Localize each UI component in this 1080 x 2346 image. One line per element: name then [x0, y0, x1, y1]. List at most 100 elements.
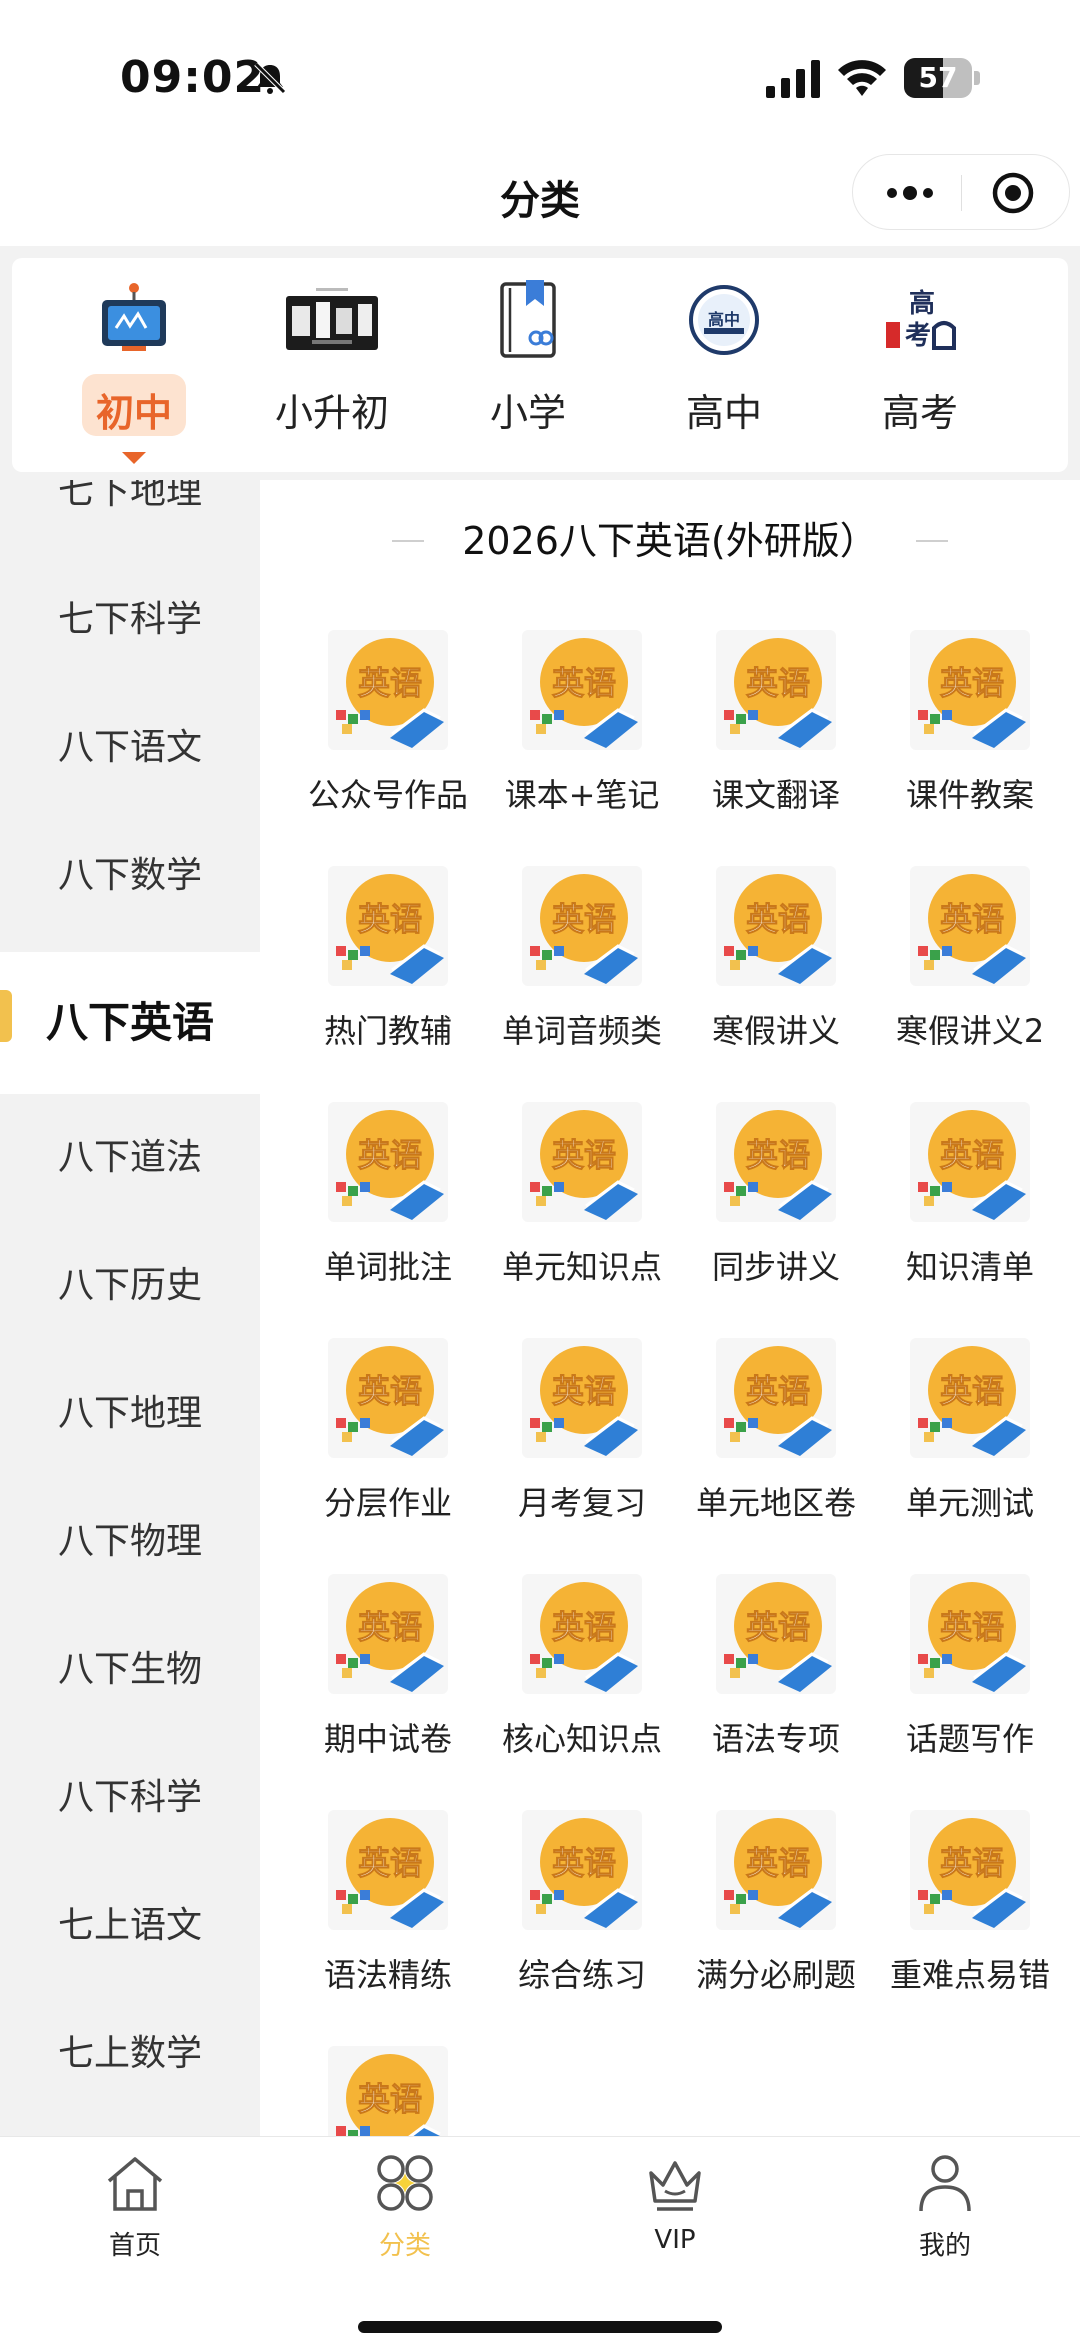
- tab-mine[interactable]: 我的: [810, 2151, 1080, 2271]
- battery-indicator: 57: [904, 58, 980, 98]
- sidebar-item[interactable]: 八下道法: [0, 1094, 260, 1222]
- sidebar-item[interactable]: 七下地理: [0, 480, 260, 556]
- level-tab-primary[interactable]: 小学: [458, 278, 598, 468]
- sidebar-item-active[interactable]: 八下英语: [0, 952, 260, 1094]
- resource-label: 重难点易错: [889, 1956, 1050, 1994]
- resource-item[interactable]: 英语 热门教辅: [290, 866, 486, 1086]
- resource-label: 课本+笔记: [504, 776, 660, 814]
- resource-item[interactable]: 英语 分层作业: [290, 1338, 486, 1558]
- english-subject-icon: 英语: [716, 866, 836, 986]
- icon-text: 英语: [358, 900, 422, 938]
- home-indicator: [358, 2321, 722, 2333]
- category-content: 2026八下英语(外研版） 英语 公众号作品 英语 课本+笔记 英语 课文翻译 英语 课件教案…: [260, 480, 1080, 2136]
- resource-label: 单词批注: [323, 1248, 452, 1286]
- sidebar-item[interactable]: 八下生物: [0, 1606, 260, 1734]
- resource-item[interactable]: 英语 满分必刷题: [678, 1810, 874, 2030]
- resource-item[interactable]: 英语 单元知识点: [484, 1102, 680, 1322]
- resource-label: 语法精练: [323, 1956, 452, 1994]
- resource-label: 课文翻译: [711, 776, 840, 814]
- svg-text:考: 考: [905, 321, 931, 351]
- resource-item[interactable]: 英语 课文翻译: [678, 630, 874, 850]
- tab-home[interactable]: 首页: [0, 2151, 270, 2271]
- english-subject-icon: 英语: [328, 2046, 448, 2136]
- sidebar-item[interactable]: 八下科学: [0, 1734, 260, 1862]
- english-subject-icon: 英语: [328, 1574, 448, 1694]
- tab-vip[interactable]: VIP: [540, 2151, 810, 2271]
- icon-text: 英语: [746, 900, 810, 938]
- resource-item[interactable]: 英语 期中试卷: [290, 1574, 486, 1794]
- resource-item[interactable]: 英语: [290, 2046, 486, 2136]
- home-icon: [107, 2157, 163, 2211]
- resource-label: 月考复习: [517, 1484, 646, 1522]
- sidebar-item[interactable]: 七下科学: [0, 556, 260, 684]
- user-icon: [919, 2155, 971, 2212]
- tab-label: 首页: [108, 2231, 161, 2261]
- resource-label: 单元地区卷: [695, 1484, 856, 1522]
- english-subject-icon: 英语: [716, 1338, 836, 1458]
- resource-item[interactable]: 英语 知识清单: [872, 1102, 1068, 1322]
- resource-item[interactable]: 英语 月考复习: [484, 1338, 680, 1558]
- level-tab-senior-high[interactable]: 高中 高中: [654, 278, 794, 468]
- level-label: 小学: [489, 391, 566, 435]
- svg-text:高中: 高中: [708, 310, 740, 329]
- tab-category[interactable]: 分类: [270, 2151, 540, 2271]
- resource-item[interactable]: 英语 核心知识点: [484, 1574, 680, 1794]
- resource-item[interactable]: 英语课本+笔记: [484, 630, 680, 850]
- level-tab-xiaoshengchu[interactable]: 小升初: [262, 278, 402, 468]
- resource-label: 课件教案: [905, 776, 1034, 814]
- sidebar-item[interactable]: 八下历史: [0, 1222, 260, 1350]
- english-subject-icon: 英语: [910, 1102, 1030, 1222]
- english-subject-icon: 英语: [328, 1338, 448, 1458]
- resource-item[interactable]: 英语 语法精练: [290, 1810, 486, 2030]
- resource-item[interactable]: 英语 寒假讲义: [678, 866, 874, 1086]
- status-time: 09:02: [120, 52, 266, 103]
- subject-sidebar: 七下地理 七下科学 八下语文 八下数学 八下英语 八下道法 八下历史 八下地理 …: [0, 480, 260, 2136]
- resource-item[interactable]: 英语 重难点易错: [872, 1810, 1068, 2030]
- category-icon: [377, 2155, 433, 2211]
- english-subject-icon: 英语: [716, 1810, 836, 1930]
- sidebar-item[interactable]: 七上数学: [0, 1990, 260, 2118]
- resource-item[interactable]: 英语 单词批注: [290, 1102, 486, 1322]
- resource-item[interactable]: 英语 综合练习: [484, 1810, 680, 2030]
- miniprogram-capsule: [852, 154, 1070, 230]
- resource-label: 热门教辅: [323, 1012, 452, 1050]
- resource-label: 同步讲义: [711, 1248, 840, 1286]
- nav-bar: 分类: [0, 150, 1080, 246]
- icon-text: 英语: [940, 900, 1004, 938]
- sidebar-item[interactable]: 八下数学: [0, 812, 260, 940]
- resource-item[interactable]: 英语 单元测试: [872, 1338, 1068, 1558]
- icon-text: 英语: [358, 2080, 422, 2118]
- more-icon[interactable]: [875, 173, 945, 213]
- english-subject-icon: 英语: [522, 1338, 642, 1458]
- sidebar-item[interactable]: 八下语文: [0, 684, 260, 812]
- sidebar-item[interactable]: 八下物理: [0, 1478, 260, 1606]
- close-target-icon[interactable]: [989, 169, 1037, 217]
- resource-label: 知识清单: [905, 1248, 1034, 1286]
- sidebar-item[interactable]: 八下地理: [0, 1350, 260, 1478]
- resource-item[interactable]: 英语 寒假讲义2: [872, 866, 1068, 1086]
- title-divider-right: [916, 540, 948, 542]
- level-tab-junior-high[interactable]: 初中: [64, 278, 204, 468]
- icon-text: 英语: [552, 1372, 616, 1410]
- resource-item[interactable]: 英语 语法专项: [678, 1574, 874, 1794]
- sidebar-item[interactable]: 七上语文: [0, 1862, 260, 1990]
- tab-label: 我的: [918, 2231, 971, 2261]
- level-tab-gaokao[interactable]: 高 考 高考: [850, 278, 990, 468]
- resource-item[interactable]: 英语 单元地区卷: [678, 1338, 874, 1558]
- icon-text: 英语: [358, 1608, 422, 1646]
- resource-label: 单元测试: [905, 1484, 1034, 1522]
- level-label: 小升初: [274, 391, 389, 435]
- resource-label: 单词音频类: [501, 1012, 662, 1050]
- resource-item[interactable]: 英语 单词音频类: [484, 866, 680, 1086]
- icon-text: 英语: [940, 1608, 1004, 1646]
- status-bar: 09:02 57: [0, 0, 1080, 150]
- english-subject-icon: 英语: [522, 1574, 642, 1694]
- resource-item[interactable]: 英语 话题写作: [872, 1574, 1068, 1794]
- icon-text: 英语: [552, 664, 616, 702]
- whiteboard-icon: [102, 283, 166, 351]
- battery-body: 57: [904, 58, 972, 98]
- resource-item[interactable]: 英语 公众号作品: [290, 630, 486, 850]
- tab-label: 分类: [378, 2231, 431, 2261]
- resource-item[interactable]: 英语 课件教案: [872, 630, 1068, 850]
- resource-item[interactable]: 英语 同步讲义: [678, 1102, 874, 1322]
